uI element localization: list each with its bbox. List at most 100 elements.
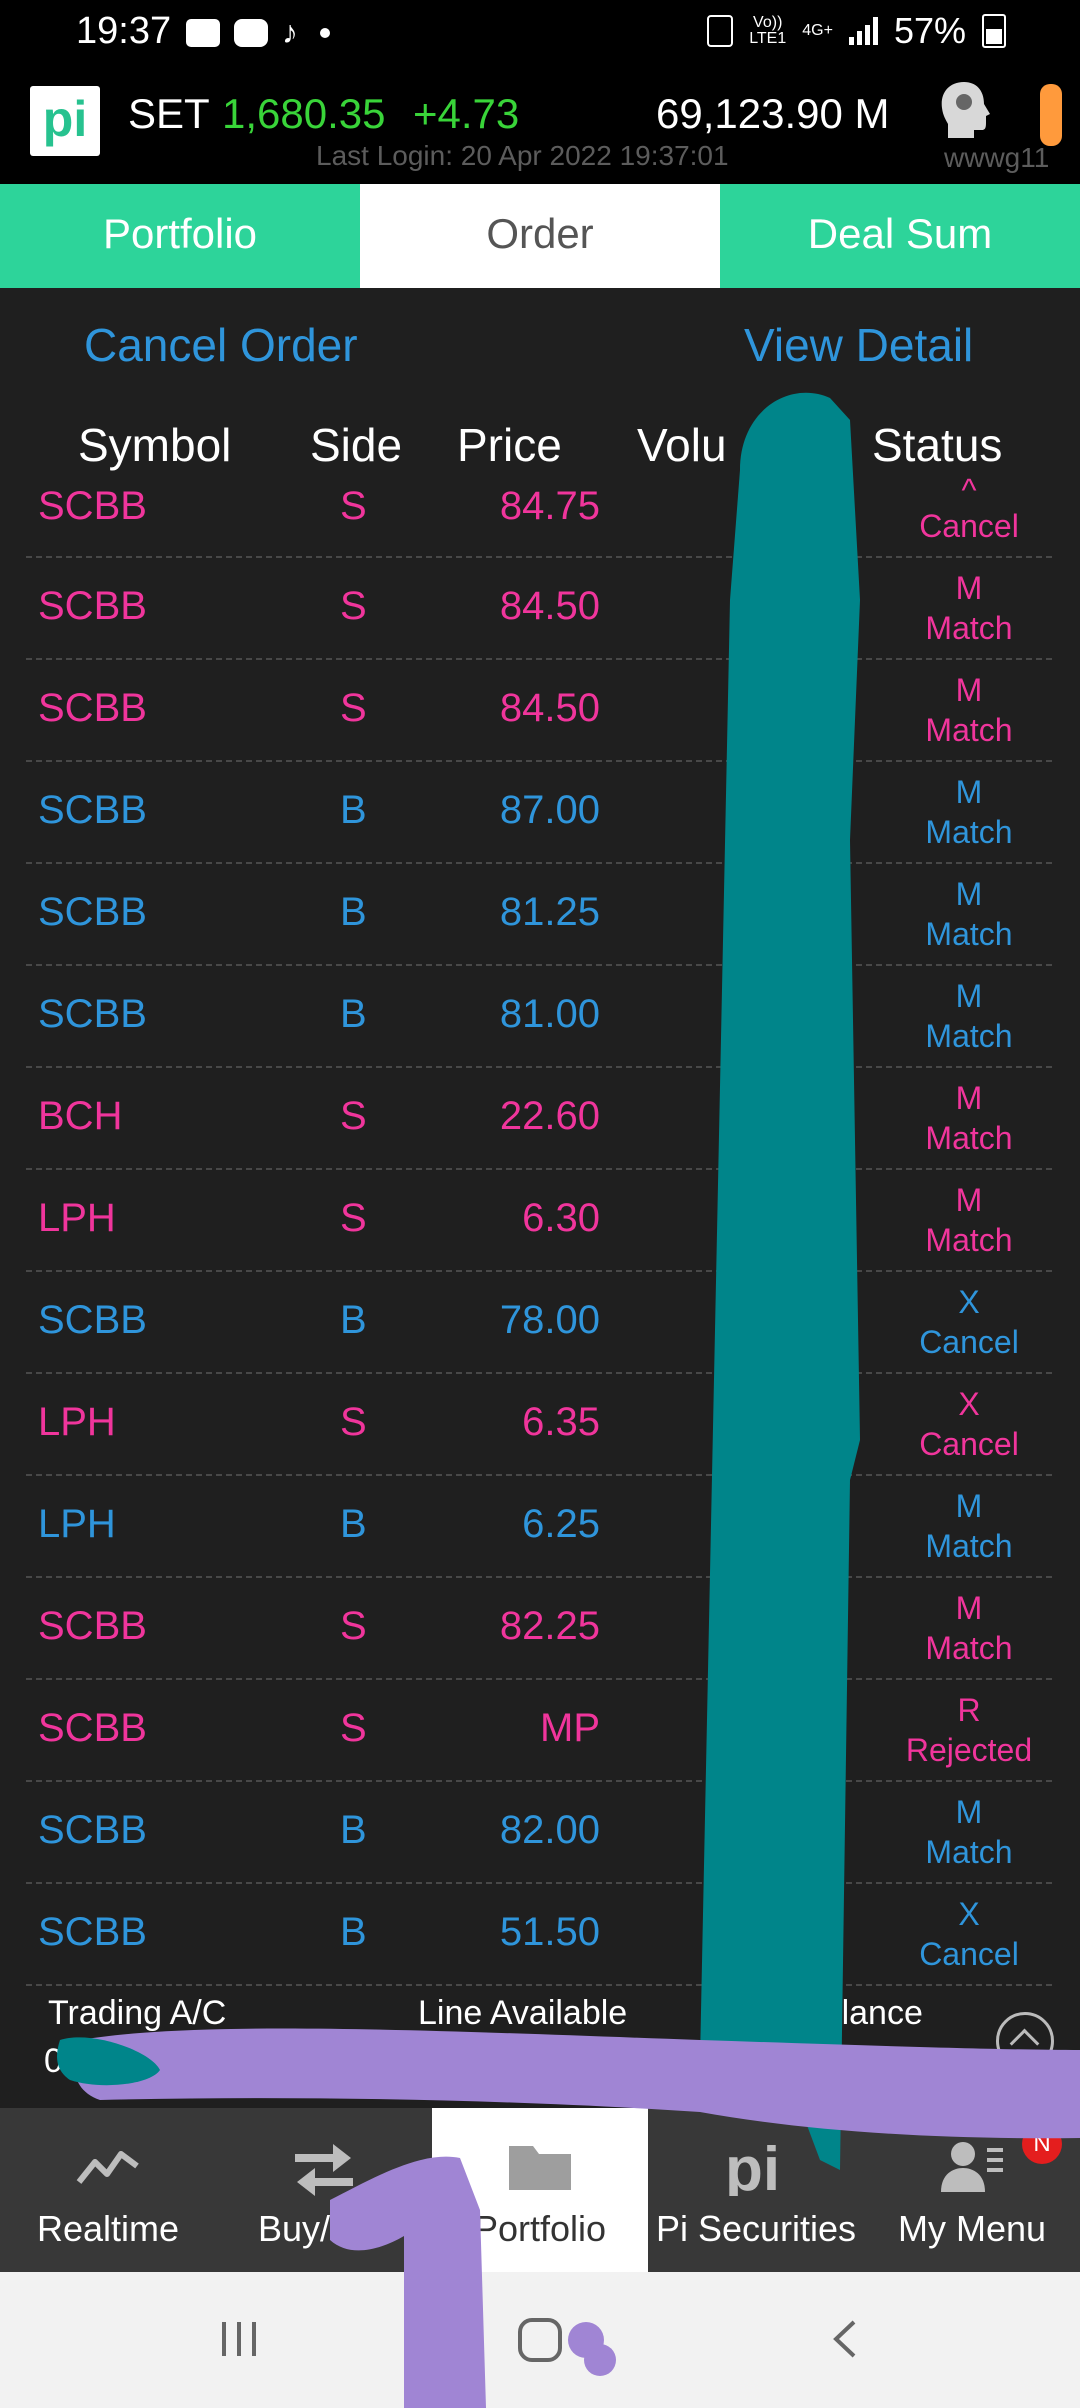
table-row[interactable]: SCBB B 87.00 M Match bbox=[26, 762, 1052, 864]
table-row[interactable]: SCBB S 84.50 M Match bbox=[26, 558, 1052, 660]
order-list: SCBB S 84.75 ^ Cancel SCBB S 84.50 M Mat… bbox=[26, 472, 1052, 1986]
table-row[interactable]: SCBB S 82.25 M Match bbox=[26, 1578, 1052, 1680]
row-status: Match bbox=[925, 712, 1013, 748]
table-row[interactable]: SCBB S 84.50 M Match bbox=[26, 660, 1052, 762]
row-status-code: X bbox=[958, 1386, 980, 1422]
table-row[interactable]: SCBB S 84.75 ^ Cancel bbox=[26, 472, 1052, 558]
nav-label: Portfolio bbox=[473, 2208, 607, 2249]
table-row[interactable]: SCBB B 81.00 M Match bbox=[26, 966, 1052, 1068]
row-side: S bbox=[340, 686, 367, 730]
row-price: 6.25 bbox=[522, 1502, 600, 1546]
network-type: 4G+ bbox=[802, 22, 833, 39]
row-price: 82.25 bbox=[499, 1604, 600, 1648]
table-row[interactable]: SCBB B 51.50 X Cancel bbox=[26, 1884, 1052, 1986]
row-symbol: LPH bbox=[38, 1400, 116, 1444]
side-drawer-handle[interactable] bbox=[1040, 84, 1062, 146]
volte-label: Vo)) bbox=[753, 14, 783, 31]
row-symbol: SCBB bbox=[38, 992, 147, 1036]
nav-label: Realtime bbox=[36, 2208, 180, 2249]
status-time: 19:37 bbox=[76, 10, 172, 52]
row-price: 81.00 bbox=[499, 992, 600, 1036]
row-symbol: SCBB bbox=[38, 788, 147, 832]
row-status-code: M bbox=[955, 570, 983, 606]
row-symbol: SCBB bbox=[38, 1706, 147, 1750]
nav-buy-sell[interactable]: Buy/Sell bbox=[216, 2108, 432, 2272]
table-row[interactable]: LPH S 6.35 X Cancel bbox=[26, 1374, 1052, 1476]
row-status-code: X bbox=[958, 1284, 980, 1320]
recent-apps-icon[interactable] bbox=[214, 2314, 264, 2364]
row-status-code: M bbox=[955, 1794, 983, 1830]
view-detail-button[interactable]: View Detail bbox=[744, 318, 973, 372]
table-row[interactable]: SCBB B 81.25 M Match bbox=[26, 864, 1052, 966]
trading-account-value: 0 bbox=[44, 2042, 63, 2080]
battery-icon bbox=[982, 14, 1006, 48]
cancel-order-button[interactable]: Cancel Order bbox=[84, 318, 358, 372]
pi-logo-icon: pi bbox=[725, 2136, 780, 2196]
row-symbol: SCBB bbox=[38, 584, 147, 628]
row-status-code: M bbox=[955, 978, 983, 1014]
table-row[interactable]: SCBB B 82.00 M Match bbox=[26, 1782, 1052, 1884]
row-symbol: SCBB bbox=[38, 1604, 147, 1648]
nav-portfolio[interactable]: Portfolio bbox=[432, 2108, 648, 2272]
app-header: pi SET 1,680.35 +4.73 69,123.90 M Last L… bbox=[0, 64, 1080, 184]
pi-logo[interactable]: pi bbox=[30, 86, 100, 156]
row-symbol: LPH bbox=[38, 1196, 116, 1240]
account-summary: Trading A/C Line Available Balance 0 bbox=[0, 1980, 1080, 2108]
market-volume: 69,123.90 M bbox=[656, 90, 890, 137]
row-price: MP bbox=[540, 1706, 600, 1750]
row-symbol: SCBB bbox=[38, 890, 147, 934]
row-status: Match bbox=[925, 916, 1013, 952]
row-side: B bbox=[340, 1502, 367, 1546]
row-status: Match bbox=[925, 1528, 1013, 1564]
row-status-code: R bbox=[957, 1692, 981, 1728]
col-price: Price bbox=[457, 419, 562, 471]
last-login: Last Login: 20 Apr 2022 19:37:01 bbox=[316, 140, 729, 171]
table-row[interactable]: BCH S 22.60 M Match bbox=[26, 1068, 1052, 1170]
nav-label: My Menu bbox=[897, 2208, 1047, 2249]
tab-portfolio[interactable]: Portfolio bbox=[0, 184, 360, 288]
row-status-code: M bbox=[955, 1590, 983, 1626]
row-price: 78.00 bbox=[499, 1298, 600, 1342]
nav-label: Pi Securities bbox=[655, 2208, 857, 2249]
row-symbol: SCBB bbox=[38, 1808, 147, 1852]
row-status-code: ^ bbox=[961, 472, 977, 508]
row-side: S bbox=[340, 1094, 367, 1138]
realtime-chart-icon bbox=[76, 2151, 139, 2184]
battery-saver-icon bbox=[707, 15, 734, 47]
row-side: B bbox=[340, 992, 367, 1036]
nav-pi-securities[interactable]: pi Pi Securities bbox=[648, 2108, 864, 2272]
row-side: B bbox=[340, 890, 367, 934]
nav-realtime[interactable]: Realtime bbox=[0, 2108, 216, 2272]
status-right: Vo)) LTE1 4G+ 57% bbox=[707, 10, 1006, 52]
row-side: S bbox=[340, 1706, 367, 1750]
row-status: Match bbox=[925, 1630, 1013, 1666]
nav-my-menu[interactable]: N My Menu bbox=[864, 2108, 1080, 2272]
table-row[interactable]: SCBB B 78.00 X Cancel bbox=[26, 1272, 1052, 1374]
row-side: B bbox=[340, 788, 367, 832]
table-row[interactable]: SCBB S MP R Rejected bbox=[26, 1680, 1052, 1782]
table-row[interactable]: LPH B 6.25 M Match bbox=[26, 1476, 1052, 1578]
svg-text:pi: pi bbox=[725, 2136, 780, 2196]
row-status-code: M bbox=[955, 774, 983, 810]
row-side: S bbox=[340, 1196, 367, 1240]
more-notifications-icon bbox=[320, 27, 330, 38]
buy-sell-arrows-icon bbox=[295, 2144, 353, 2196]
profile-head-icon[interactable] bbox=[934, 78, 994, 142]
row-price: 22.60 bbox=[499, 1094, 600, 1138]
tab-deal-sum[interactable]: Deal Sum bbox=[720, 184, 1080, 288]
row-status: Cancel bbox=[919, 508, 1019, 544]
balance-label: Balance bbox=[800, 1994, 923, 2032]
row-side: S bbox=[340, 1400, 367, 1444]
row-status: Match bbox=[925, 1018, 1013, 1054]
row-status: Rejected bbox=[905, 1732, 1033, 1768]
scroll-up-button[interactable] bbox=[996, 2012, 1054, 2070]
home-icon[interactable] bbox=[514, 2314, 566, 2366]
back-icon[interactable] bbox=[822, 2314, 872, 2364]
table-row[interactable]: LPH S 6.30 M Match bbox=[26, 1170, 1052, 1272]
new-badge: N bbox=[1022, 2124, 1062, 2164]
tab-order[interactable]: Order bbox=[360, 184, 720, 288]
row-symbol: SCBB bbox=[38, 484, 147, 528]
row-price: 87.00 bbox=[499, 788, 600, 832]
folder-icon bbox=[509, 2146, 571, 2190]
col-symbol: Symbol bbox=[78, 419, 232, 471]
